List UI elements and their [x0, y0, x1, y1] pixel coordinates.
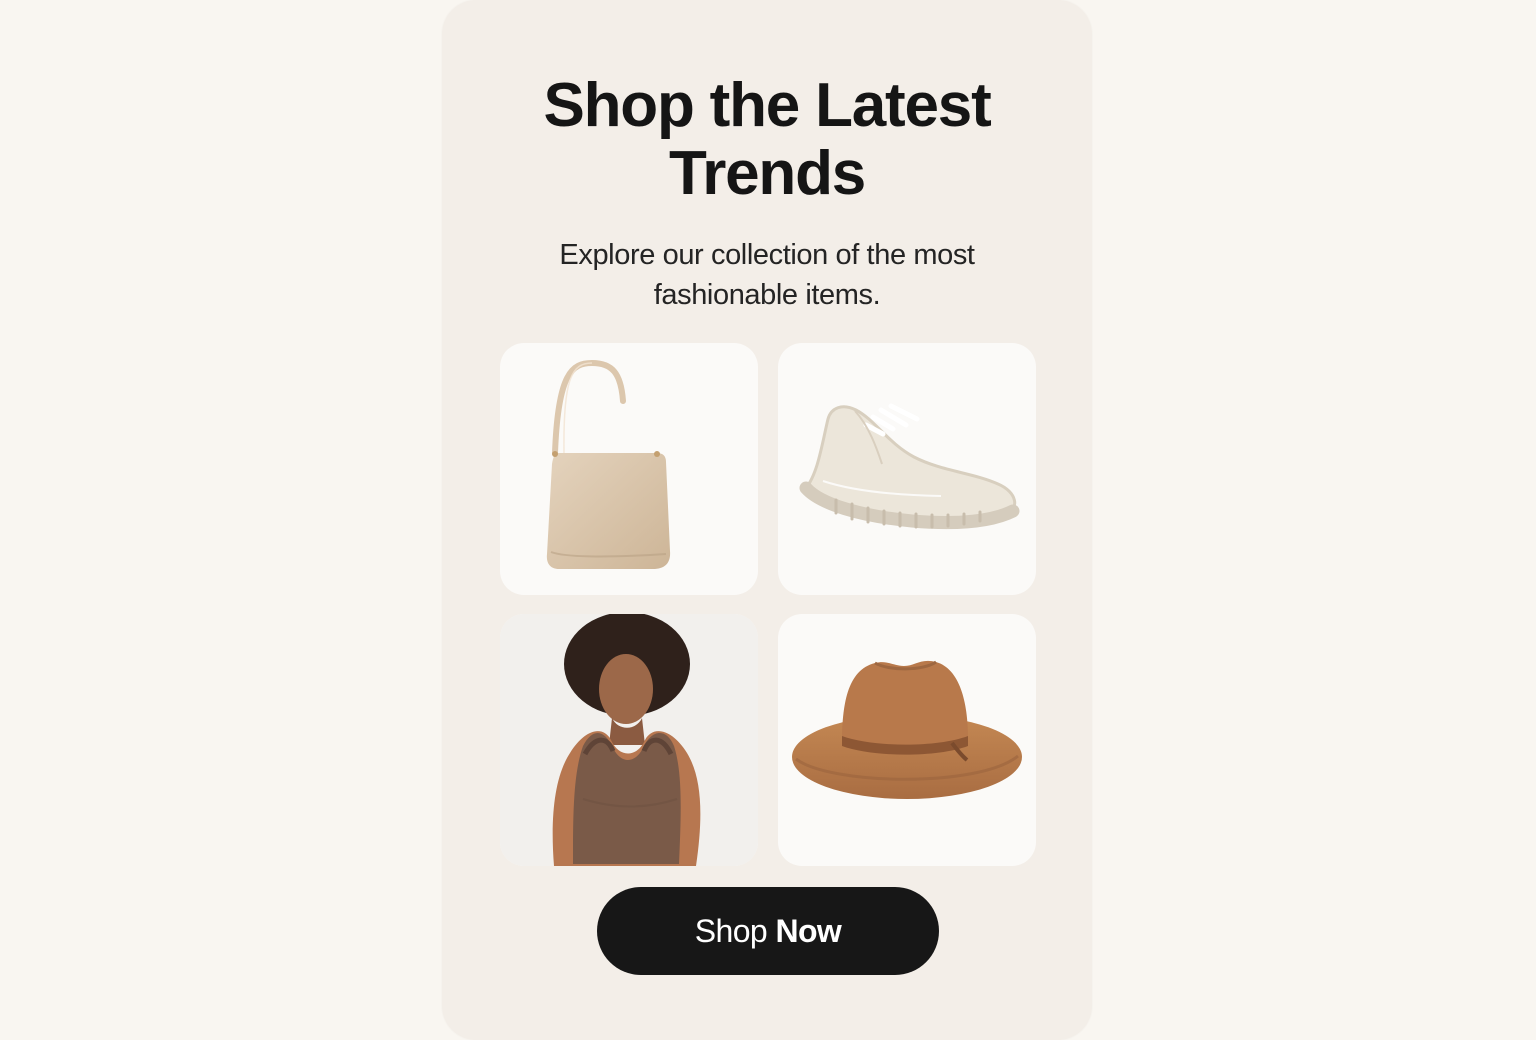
shop-now-button[interactable]: Shop Now: [597, 887, 939, 975]
tank-top-icon: [500, 614, 758, 866]
page-title: Shop the Latest Trends: [442, 72, 1092, 208]
page-subtitle: Explore our collection of the most fashi…: [559, 239, 975, 311]
product-tile-tank-top[interactable]: [500, 614, 758, 866]
title-line-2: Trends: [668, 139, 866, 208]
fedora-hat-icon: [792, 660, 1022, 799]
shop-label: Shop: [694, 913, 768, 949]
promo-card: Shop the Latest Trends Explore our colle…: [442, 0, 1092, 1040]
product-tile-sneaker[interactable]: [778, 343, 1036, 595]
handbag-icon: [546, 359, 671, 569]
product-tile-handbag[interactable]: [500, 343, 758, 595]
now-label: Now: [775, 913, 842, 949]
sneaker-icon: [799, 403, 1020, 530]
product-tile-fedora-hat[interactable]: [778, 614, 1036, 866]
title-line-1: Shop the Latest: [543, 71, 991, 140]
